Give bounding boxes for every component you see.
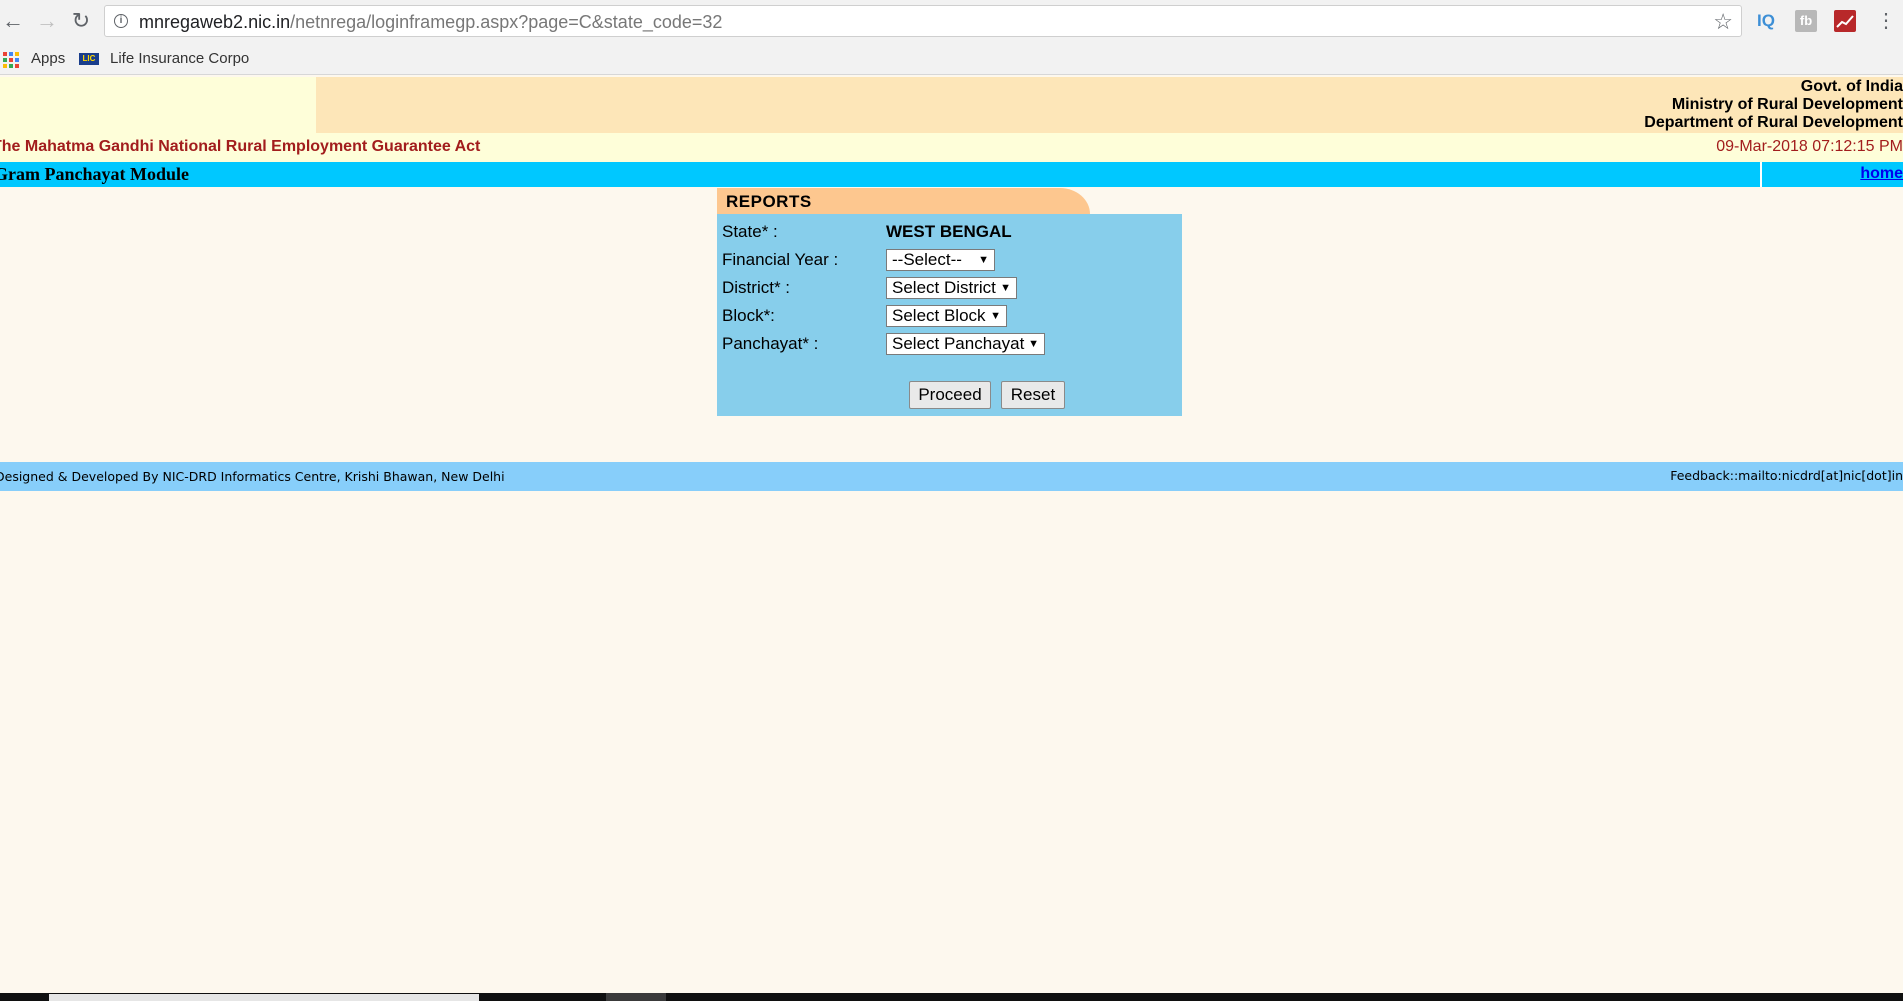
chart-extension-icon[interactable]: [1834, 10, 1856, 32]
bookmark-apps[interactable]: Apps: [31, 50, 65, 67]
financial-year-select[interactable]: --Select-- ▼: [886, 249, 995, 271]
url-host: mnregaweb2.nic.in: [139, 12, 291, 32]
forward-arrow-icon[interactable]: →: [36, 10, 58, 32]
chevron-down-icon: ▼: [978, 254, 989, 266]
proceed-button[interactable]: Proceed: [909, 381, 991, 409]
chevron-down-icon: ▼: [990, 310, 1001, 322]
reset-button[interactable]: Reset: [1001, 381, 1065, 409]
district-value: Select District: [892, 278, 996, 297]
feedback-link[interactable]: Feedback::mailto:nicdrd[at]nic[dot]in: [1670, 468, 1903, 483]
header-left-band: [0, 77, 316, 133]
bookmarks-bar: Apps LIC Life Insurance Corpo: [0, 44, 1903, 75]
chevron-down-icon: ▼: [1000, 282, 1011, 294]
browser-toolbar: ← → ↻ i mnregaweb2.nic.in/netnrega/login…: [0, 0, 1903, 44]
panchayat-label: Panchayat* :: [722, 334, 819, 353]
footer-bar: Designed & Developed By NIC-DRD Informat…: [0, 462, 1903, 491]
bookmark-star-icon[interactable]: ☆: [1713, 9, 1733, 35]
district-select[interactable]: Select District ▼: [886, 277, 1017, 299]
block-label: Block*:: [722, 306, 775, 325]
reports-heading: REPORTS: [726, 192, 812, 211]
state-value: WEST BENGAL: [886, 222, 1012, 241]
act-title-row: The Mahatma Gandhi National Rural Employ…: [0, 133, 1903, 162]
browser-menu-icon[interactable]: ⋮: [1876, 10, 1896, 32]
home-link[interactable]: home: [1860, 165, 1903, 183]
reload-icon[interactable]: ↻: [70, 10, 92, 32]
module-title: Gram Panchayat Module: [0, 164, 189, 184]
module-divider: [1760, 162, 1762, 187]
fb-extension-icon[interactable]: fb: [1795, 10, 1817, 32]
reports-tab: REPORTS: [717, 188, 1090, 214]
url-text[interactable]: mnregaweb2.nic.in/netnrega/loginframegp.…: [139, 12, 722, 33]
state-label: State* :: [722, 222, 778, 241]
lic-icon: LIC: [79, 53, 99, 65]
block-value: Select Block: [892, 306, 986, 325]
header-gov-band: Govt. of India Ministry of Rural Develop…: [316, 77, 1903, 133]
reports-form: State* : WEST BENGAL Financial Year : --…: [717, 214, 1182, 416]
department-text: Department of Rural Development: [1644, 114, 1903, 131]
back-arrow-icon[interactable]: ←: [2, 10, 24, 32]
govt-of-india-text: Govt. of India: [1800, 78, 1903, 95]
iq-extension-icon[interactable]: IQ: [1754, 10, 1778, 32]
bookmark-life-insurance[interactable]: Life Insurance Corpo: [110, 50, 249, 67]
apps-grid-icon[interactable]: [3, 52, 19, 68]
act-title: The Mahatma Gandhi National Rural Employ…: [0, 138, 481, 155]
chevron-down-icon: ▼: [1028, 338, 1039, 350]
url-path: /netnrega/loginframegp.aspx?page=C&state…: [290, 12, 723, 32]
block-select[interactable]: Select Block ▼: [886, 305, 1007, 327]
panchayat-value: Select Panchayat: [892, 334, 1025, 353]
datetime-stamp: 09-Mar-2018 07:12:15 PM: [1716, 138, 1903, 155]
taskbar-item[interactable]: [49, 994, 479, 1001]
financial-year-label: Financial Year :: [722, 250, 839, 269]
address-bar[interactable]: i mnregaweb2.nic.in/netnrega/loginframeg…: [104, 5, 1742, 37]
panchayat-select[interactable]: Select Panchayat ▼: [886, 333, 1045, 355]
district-label: District* :: [722, 278, 790, 297]
module-bar: Gram Panchayat Module home: [0, 162, 1903, 187]
ministry-text: Ministry of Rural Development: [1671, 96, 1903, 113]
financial-year-value: --Select--: [892, 250, 962, 269]
info-icon[interactable]: i: [114, 14, 128, 28]
footer-credit: Designed & Developed By NIC-DRD Informat…: [0, 469, 505, 484]
taskbar-item[interactable]: [606, 993, 666, 1001]
